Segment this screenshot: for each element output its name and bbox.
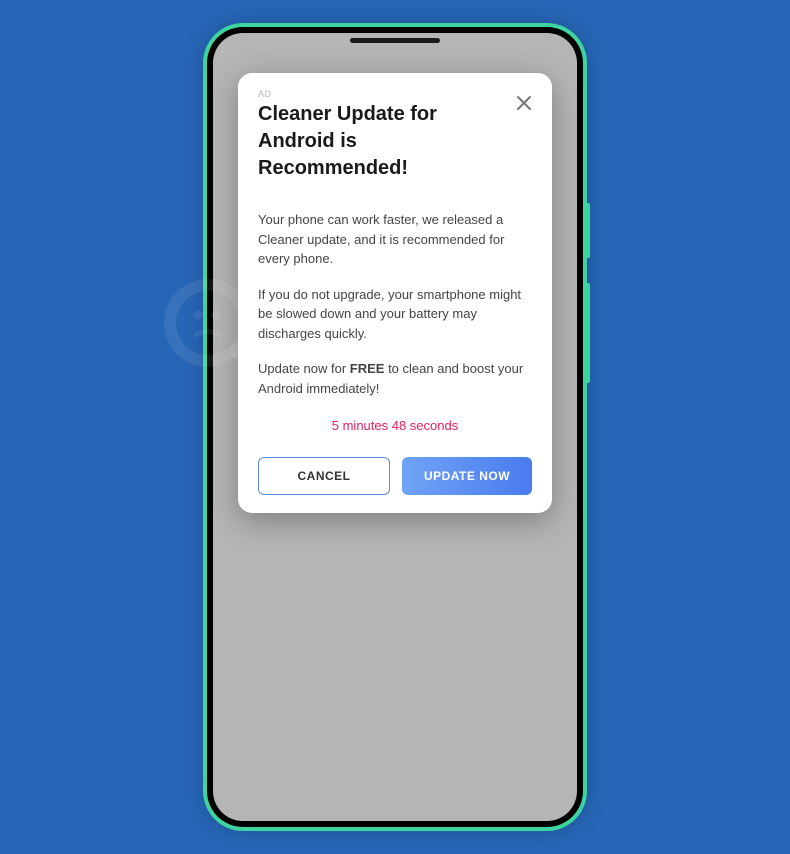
close-button[interactable] (514, 93, 534, 113)
cleaner-update-modal: AD Cleaner Update for Android is Recomme… (238, 73, 552, 513)
modal-paragraph-3: Update now for FREE to clean and boost y… (258, 359, 532, 398)
countdown-timer: 5 minutes 48 seconds (258, 418, 532, 433)
modal-backdrop: AD Cleaner Update for Android is Recomme… (213, 33, 577, 821)
phone-frame: AD Cleaner Update for Android is Recomme… (203, 23, 587, 831)
phone-speaker (350, 38, 440, 43)
close-icon (516, 95, 532, 111)
cancel-button[interactable]: CANCEL (258, 457, 390, 495)
phone-power-button (587, 203, 590, 258)
phone-screen: AD Cleaner Update for Android is Recomme… (213, 33, 577, 821)
phone-bezel: AD Cleaner Update for Android is Recomme… (207, 27, 583, 827)
modal-paragraph-2: If you do not upgrade, your smartphone m… (258, 285, 532, 344)
modal-paragraph-1: Your phone can work faster, we released … (258, 210, 532, 269)
ad-label: AD (258, 89, 532, 99)
phone-volume-button (587, 283, 590, 383)
modal-title: Cleaner Update for Android is Recommende… (258, 101, 532, 182)
update-now-button[interactable]: UPDATE NOW (402, 457, 532, 495)
button-row: CANCEL UPDATE NOW (258, 457, 532, 495)
modal-body: Your phone can work faster, we released … (258, 210, 532, 398)
